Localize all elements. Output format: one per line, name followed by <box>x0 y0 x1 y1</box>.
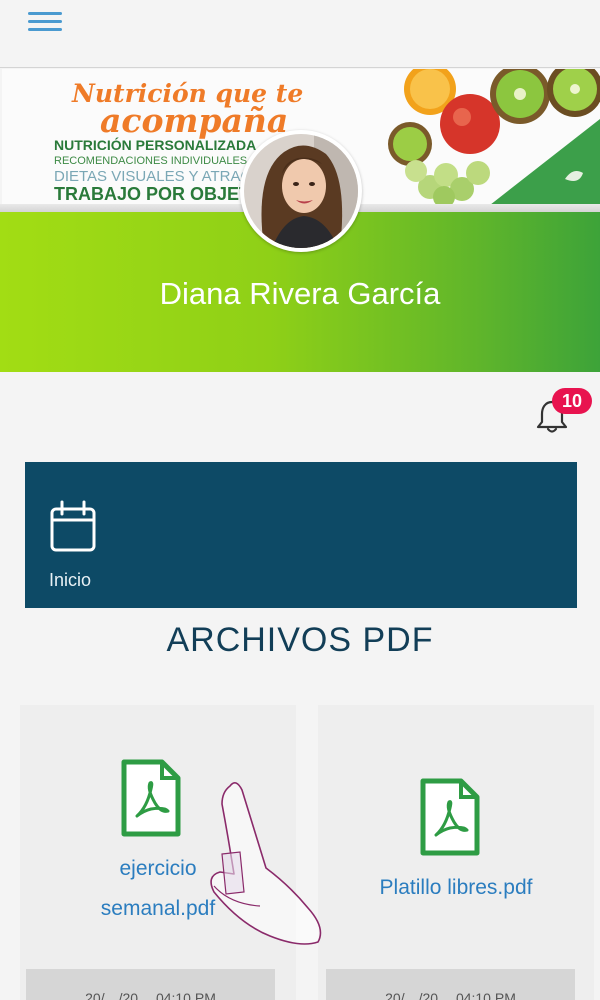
nav-tile-label: Inicio <box>49 570 92 590</box>
nav-tile-inicio[interactable]: Inicio <box>25 462 577 608</box>
pdf-file-icon <box>121 759 181 837</box>
file-name-line2[interactable]: semanal.pdf <box>20 889 296 929</box>
pdf-file-icon <box>420 778 480 856</box>
top-bar <box>0 0 600 68</box>
pdf-file-card[interactable]: Platillo libres.pdf 20/…/20… 04:10 PM <box>318 705 594 1000</box>
card-footer: 20/…/20… 04:10 PM <box>326 969 575 1000</box>
pdf-file-card[interactable]: ejercicio semanal.pdf 20/…/20… 04:10 PM <box>20 705 296 1000</box>
file-date: 20/…/20… 04:10 PM <box>85 990 216 1000</box>
avatar[interactable] <box>240 130 362 252</box>
fruit-illustration <box>370 69 600 205</box>
banner-text-line1: NUTRICIÓN PERSONALIZADA <box>54 137 257 153</box>
profile-photo <box>244 134 358 248</box>
banner-text-line2: RECOMENDACIONES INDIVIDUALES <box>54 155 248 167</box>
app-screen: Nutrición que te acompaña NUTRICIÓN PERS… <box>0 0 600 1000</box>
card-footer: 20/…/20… 04:10 PM <box>26 969 275 1000</box>
notification-count-badge[interactable]: 10 <box>552 388 592 414</box>
hamburger-menu-icon[interactable] <box>28 12 62 34</box>
file-date: 20/…/20… 04:10 PM <box>385 990 516 1000</box>
section-title: ARCHIVOS PDF <box>166 621 434 659</box>
profile-name: Diana Rivera García <box>159 276 441 311</box>
calendar-icon <box>50 500 96 552</box>
file-name[interactable]: ejercicio <box>20 849 296 889</box>
file-name[interactable]: Platillo libres.pdf <box>318 868 594 908</box>
